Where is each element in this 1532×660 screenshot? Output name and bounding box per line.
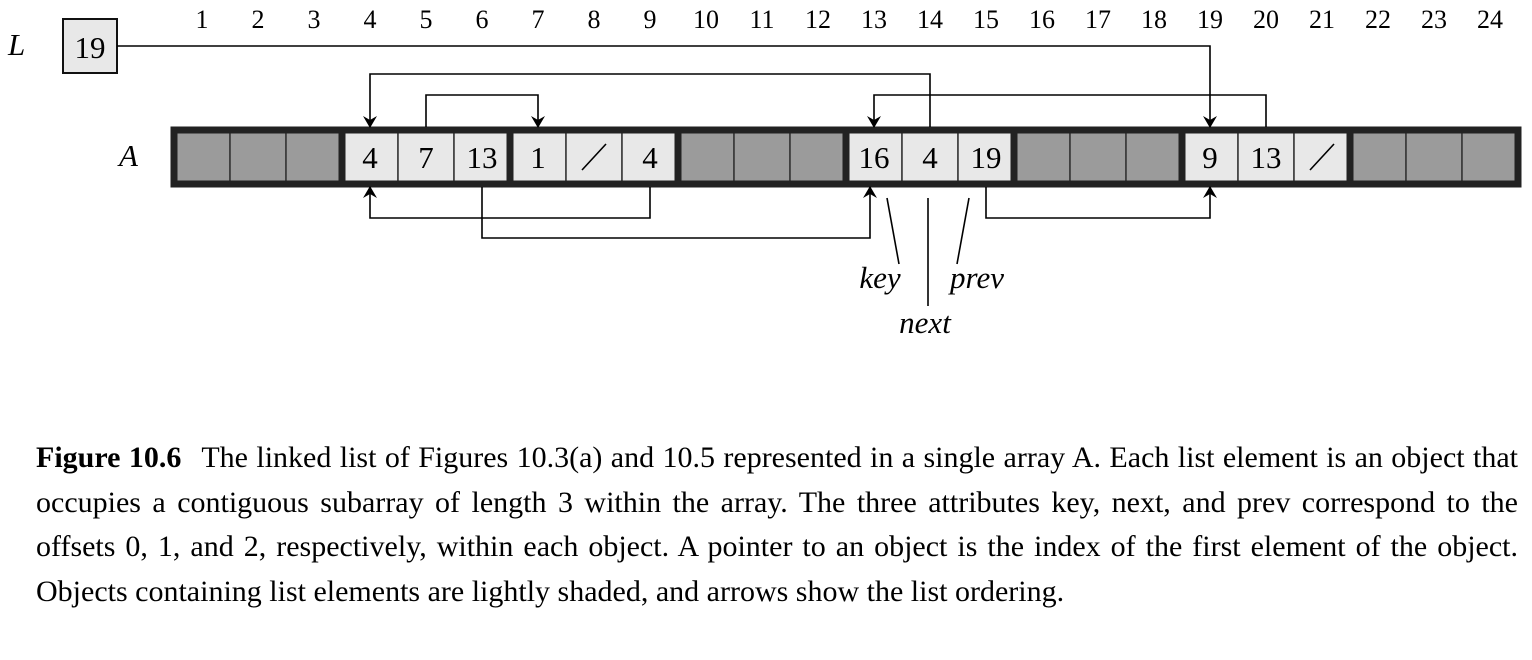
free-cell bbox=[1013, 129, 1071, 185]
cell-value: 13 bbox=[467, 140, 498, 175]
prev-leader-line bbox=[956, 197, 970, 265]
index-label: 12 bbox=[805, 5, 831, 34]
index-label: 13 bbox=[861, 5, 887, 34]
index-label: 20 bbox=[1253, 5, 1279, 34]
free-cell bbox=[229, 129, 287, 185]
cell-value: 13 bbox=[1251, 140, 1282, 175]
cell-value: 19 bbox=[971, 140, 1002, 175]
index-label: 15 bbox=[973, 5, 999, 34]
next-arrow-5-to-7 bbox=[425, 94, 545, 128]
key-attribute-label: key bbox=[859, 260, 901, 295]
index-label: 22 bbox=[1365, 5, 1391, 34]
index-label: 10 bbox=[693, 5, 719, 34]
cell-value: 1 bbox=[530, 140, 546, 175]
prev-arrow-9-to-4 bbox=[363, 186, 651, 219]
index-label: 11 bbox=[749, 5, 774, 34]
free-cell bbox=[1349, 129, 1407, 185]
free-cell bbox=[1405, 129, 1463, 185]
index-label: 6 bbox=[476, 5, 489, 34]
index-label: 14 bbox=[917, 5, 943, 34]
array-cells: 4 7 13 1 4 16 4 19 9 13 bbox=[170, 126, 1522, 188]
free-cell bbox=[789, 129, 847, 185]
figure-caption: Figure 10.6 The linked list of Figures 10… bbox=[36, 436, 1518, 614]
prev-arrow-6-to-13 bbox=[481, 186, 877, 239]
index-label: 1 bbox=[196, 5, 209, 34]
free-cell bbox=[1069, 129, 1127, 185]
array-label: A bbox=[117, 138, 139, 173]
index-label: 17 bbox=[1085, 5, 1111, 34]
index-label: 4 bbox=[364, 5, 377, 34]
index-label: 8 bbox=[588, 5, 601, 34]
prev-arrow-15-to-19 bbox=[985, 186, 1217, 219]
free-cell bbox=[733, 129, 791, 185]
figure-label: Figure 10.6 bbox=[36, 441, 182, 474]
index-label: 9 bbox=[644, 5, 657, 34]
next-arrow-14-to-4 bbox=[363, 73, 931, 128]
index-label: 24 bbox=[1477, 5, 1503, 34]
cell-value: 4 bbox=[922, 140, 938, 175]
cell-value: 16 bbox=[859, 140, 890, 175]
index-label: 2 bbox=[252, 5, 265, 34]
free-cell bbox=[1461, 129, 1519, 185]
key-leader-line bbox=[886, 197, 900, 265]
cell-value: 9 bbox=[1202, 140, 1218, 175]
cell-value: 4 bbox=[362, 140, 378, 175]
index-label: 7 bbox=[532, 5, 545, 34]
index-row: 1 2 3 4 5 6 7 8 9 10 11 12 13 14 15 16 17 18 19 20 21 22 23 24 bbox=[196, 5, 1504, 34]
index-label: 3 bbox=[308, 5, 321, 34]
free-cell bbox=[1125, 129, 1183, 185]
figure-caption-text: The linked list of Figures 10.3(a) and 1… bbox=[36, 441, 1518, 608]
free-cell bbox=[173, 129, 231, 185]
linked-list-array-diagram: 1 2 3 4 5 6 7 8 9 10 11 12 13 14 15 16 17 18 19 20 21 22 23 24 … bbox=[7, 5, 1522, 340]
index-label: 19 bbox=[1197, 5, 1223, 34]
index-label: 21 bbox=[1309, 5, 1335, 34]
next-attribute-label: next bbox=[899, 305, 952, 340]
prev-attribute-label: prev bbox=[948, 260, 1004, 295]
cell-value: 7 bbox=[418, 140, 434, 175]
list-head-value: 19 bbox=[75, 30, 106, 65]
index-label: 18 bbox=[1141, 5, 1167, 34]
cell-value: 4 bbox=[642, 140, 658, 175]
next-arrow-20-to-13 bbox=[867, 94, 1267, 128]
head-pointer-arrow bbox=[117, 45, 1217, 128]
free-cell bbox=[285, 129, 343, 185]
index-label: 5 bbox=[420, 5, 433, 34]
free-cell bbox=[677, 129, 735, 185]
list-head-label: L bbox=[7, 27, 25, 62]
index-label: 23 bbox=[1421, 5, 1447, 34]
index-label: 16 bbox=[1029, 5, 1055, 34]
